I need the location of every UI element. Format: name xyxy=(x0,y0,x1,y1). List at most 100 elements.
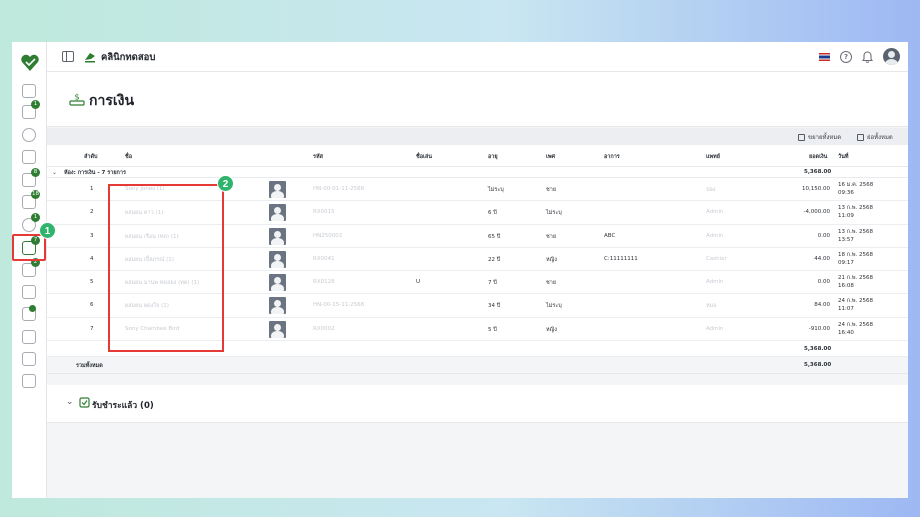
app-window: 1 8 18 1 7 2 คลินิกทดสอบ ? $ การเงิน ขยา… xyxy=(12,42,908,498)
group-total: 5,368.00 xyxy=(804,169,832,175)
grand-total-label: รวมทั้งหมด xyxy=(76,363,103,370)
top-bar: คลินิกทดสอบ ? xyxy=(47,42,908,72)
table-toolbar: ขยายทั้งหมด ย่อทั้งหมด xyxy=(47,128,908,145)
active-nav-highlight xyxy=(12,234,46,261)
cell-time: 11:09 xyxy=(838,213,854,220)
cell-time: 16:40 xyxy=(838,329,854,336)
cell-sex: หญิง xyxy=(546,326,557,333)
cell-age: 5 ปี xyxy=(488,326,497,333)
cell-sex: ชาย xyxy=(546,187,557,193)
grand-total-row: รวมทั้งหมด 5,368.00 xyxy=(47,357,908,375)
toggle-sidebar-icon[interactable] xyxy=(62,51,74,62)
paid-label: รับชำระแล้ว (0) xyxy=(92,401,154,411)
cell-sex: หญิง xyxy=(546,256,557,263)
cell-doctor: ปอง xyxy=(706,187,716,193)
user-icon[interactable] xyxy=(22,128,36,142)
clinic-logo-icon[interactable] xyxy=(20,54,40,72)
cell-date: 16 ม.ค. 2568 xyxy=(838,182,874,188)
percent-icon[interactable] xyxy=(22,285,36,299)
cell-age: ไม่ระบุ xyxy=(488,187,504,193)
expand-all-button[interactable]: ขยายทั้งหมด xyxy=(798,132,841,142)
cell-time: 09:36 xyxy=(838,190,854,196)
cell-no: 4 xyxy=(90,255,94,262)
cell-age: 65 ปี xyxy=(488,233,501,240)
header-code[interactable]: รหัส xyxy=(313,153,323,161)
header-doctor[interactable]: แพทย์ xyxy=(706,153,720,161)
cell-code: RX0041 xyxy=(313,255,335,262)
user-avatar[interactable] xyxy=(883,48,900,65)
finance-icon: $ xyxy=(69,93,85,106)
grid-icon[interactable] xyxy=(22,330,36,344)
bell-icon[interactable] xyxy=(862,50,873,63)
cell-amount: 0.00 xyxy=(817,279,830,286)
cell-time: 16:08 xyxy=(838,283,854,290)
header-nickname[interactable]: ชื่อเล่น xyxy=(416,153,432,161)
paid-section[interactable]: ⌄ รับชำระแล้ว (0) xyxy=(47,385,908,423)
header-sex[interactable]: เพศ xyxy=(546,153,555,161)
cell-sex: ไม่ระบุ xyxy=(546,210,562,217)
page-header: $ การเงิน xyxy=(47,72,908,127)
chevron-down-icon[interactable]: ⌄ xyxy=(66,397,74,407)
cell-date: 13 ก.พ. 2568 xyxy=(838,228,873,235)
help-icon[interactable]: ? xyxy=(840,50,852,63)
grand-total-value: 5,368.00 xyxy=(804,362,832,369)
status-dot-icon xyxy=(29,305,36,312)
patient-photo xyxy=(269,181,286,198)
header-no[interactable]: ลำดับ xyxy=(84,153,98,161)
cell-no: 3 xyxy=(90,232,94,239)
header-date[interactable]: วันที่ xyxy=(838,153,848,161)
cell-age: 34 ปี xyxy=(488,303,501,310)
header-age[interactable]: อายุ xyxy=(488,153,498,161)
nav-badge: 1 xyxy=(31,100,40,109)
group-row[interactable]: ⌄ ห้อง: การเงิน - 7 รายการ 5,368.00 xyxy=(47,167,908,178)
cell-symptom: C:11111111 xyxy=(604,255,638,262)
chevron-down-icon[interactable]: ⌄ xyxy=(52,169,57,176)
patient-photo xyxy=(269,297,286,315)
collapse-icon xyxy=(857,133,864,141)
header-symptom[interactable]: อาการ xyxy=(604,153,620,161)
cell-no: 2 xyxy=(90,209,94,216)
calendar-icon[interactable] xyxy=(22,150,36,164)
header-amount[interactable]: ยอดเงิน xyxy=(809,153,827,161)
cell-age: 22 ปี xyxy=(488,256,501,263)
group-label: ห้อง: การเงิน - 7 รายการ xyxy=(64,170,126,176)
cell-amount: 0.00 xyxy=(817,232,830,239)
step-badge-2: 2 xyxy=(217,175,234,192)
step-badge-1: 1 xyxy=(39,222,56,239)
cell-sex: ไม่ระบุ xyxy=(546,303,562,310)
cell-time: 09:17 xyxy=(838,259,854,266)
cell-code: HN-00-01-11-2568 xyxy=(313,186,365,192)
nav-badge: 8 xyxy=(31,168,40,177)
cell-code: RX0015 xyxy=(313,209,335,216)
brand-logo-icon xyxy=(85,53,95,63)
thai-flag-icon[interactable] xyxy=(819,52,830,61)
collapse-all-button[interactable]: ย่อทั้งหมด xyxy=(857,132,893,142)
cell-date: 21 ก.พ. 2568 xyxy=(838,275,873,282)
cell-doctor: Admin xyxy=(706,209,724,216)
cell-age: 6 ปี xyxy=(488,210,497,217)
paid-receipt-icon xyxy=(79,397,90,408)
cell-code: HN250002 xyxy=(313,232,343,239)
cell-doctor: หมอ xyxy=(706,303,717,310)
cell-date: 13 ก.พ. 2568 xyxy=(838,205,873,212)
cell-doctor: Cashier xyxy=(706,255,727,262)
table-header-row: ลำดับ ชื่อ รหัส ชื่อเล่น อายุ เพศ อาการ … xyxy=(47,145,908,167)
header-name[interactable]: ชื่อ xyxy=(125,153,132,161)
gear-icon[interactable] xyxy=(22,374,36,388)
cell-no: 6 xyxy=(90,302,94,309)
patient-photo xyxy=(269,320,286,338)
svg-text:$: $ xyxy=(74,93,79,102)
cell-no: 5 xyxy=(90,279,94,286)
cell-code: HN-00-15-11-2568 xyxy=(313,302,365,309)
cell-time: 13:57 xyxy=(838,236,854,243)
patient-photo xyxy=(269,250,286,268)
cell-amount: 10,150.00 xyxy=(802,186,830,192)
cell-amount: -4,000.00 xyxy=(803,209,830,216)
cell-sex: ชาย xyxy=(546,280,557,287)
chart-icon[interactable] xyxy=(22,352,36,366)
cell-doctor: Admin xyxy=(706,279,724,286)
names-highlight-box xyxy=(108,184,224,352)
cell-doctor: Admin xyxy=(706,232,724,239)
cell-date: 24 ก.พ. 2568 xyxy=(838,298,873,305)
home-icon[interactable] xyxy=(22,84,36,98)
